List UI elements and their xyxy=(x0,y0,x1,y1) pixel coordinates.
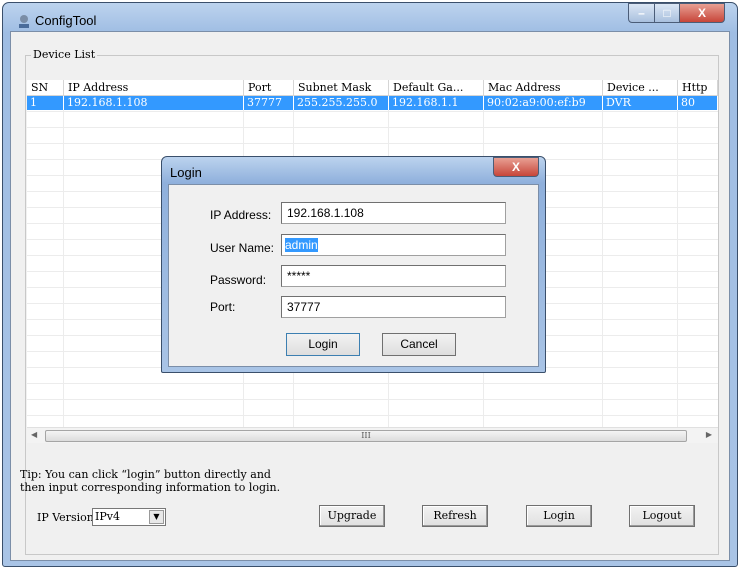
column-header-sn[interactable]: SN xyxy=(27,80,64,96)
cell-subnet: 255.255.255.0 xyxy=(294,96,389,110)
dialog-close-button[interactable]: X xyxy=(493,157,539,177)
cell-gateway: 192.168.1.1 xyxy=(389,96,484,110)
device-list-label: Device List xyxy=(31,48,98,61)
tip-line-1: Tip: You can click “login” button direct… xyxy=(20,468,271,481)
column-header-port[interactable]: Port xyxy=(244,80,294,96)
scroll-right-icon[interactable]: ▶ xyxy=(706,430,712,439)
scrollbar-thumb[interactable]: III xyxy=(45,430,687,442)
cell-ip: 192.168.1.108 xyxy=(64,96,244,110)
column-header-http[interactable]: Http xyxy=(678,80,718,96)
cell-mac: 90:02:a9:00:ef:b9 xyxy=(484,96,603,110)
password-label: Password: xyxy=(210,273,267,287)
column-header-ip[interactable]: IP Address xyxy=(64,80,244,96)
chevron-down-icon[interactable]: ▼ xyxy=(149,510,164,524)
password-input[interactable]: ***** xyxy=(281,265,506,287)
column-header-gateway[interactable]: Default Ga... xyxy=(389,80,484,96)
ip-address-label: IP Address: xyxy=(210,208,272,222)
user-name-input[interactable]: admin xyxy=(281,234,506,256)
table-row[interactable]: 1 192.168.1.108 37777 255.255.255.0 192.… xyxy=(27,96,718,110)
ip-address-input[interactable]: 192.168.1.108 xyxy=(281,202,506,224)
cell-sn: 1 xyxy=(27,96,64,110)
port-input[interactable]: 37777 xyxy=(281,296,506,318)
refresh-button[interactable]: Refresh xyxy=(422,505,488,527)
column-header-mac[interactable]: Mac Address xyxy=(484,80,603,96)
app-icon xyxy=(19,15,29,28)
ip-version-select[interactable]: IPv4 ▼ xyxy=(92,508,166,526)
window-title: ConfigTool xyxy=(35,13,97,28)
dialog-login-button[interactable]: Login xyxy=(286,333,360,356)
logout-button[interactable]: Logout xyxy=(629,505,695,527)
tip-text: Tip: You can click “login” button direct… xyxy=(20,468,280,494)
ip-version-label: IP Version: xyxy=(37,511,98,524)
tip-line-2: then input corresponding information to … xyxy=(20,481,281,494)
port-label: Port: xyxy=(210,300,236,314)
cell-device: DVR xyxy=(603,96,678,110)
column-header-subnet[interactable]: Subnet Mask xyxy=(294,80,389,96)
upgrade-button[interactable]: Upgrade xyxy=(319,505,385,527)
cell-port: 37777 xyxy=(244,96,294,110)
close-button[interactable]: X xyxy=(679,3,725,23)
user-name-label: User Name: xyxy=(210,241,275,255)
user-name-value: admin xyxy=(285,238,318,252)
horizontal-scrollbar[interactable]: ◀ III ▶ xyxy=(27,427,718,443)
ip-version-value: IPv4 xyxy=(95,510,120,523)
scroll-left-icon[interactable]: ◀ xyxy=(31,430,37,439)
maximize-button[interactable]: □ xyxy=(654,3,680,23)
dialog-cancel-button[interactable]: Cancel xyxy=(382,333,456,356)
column-header-device[interactable]: Device ... xyxy=(603,80,678,96)
login-dialog-body: IP Address: 192.168.1.108 User Name: adm… xyxy=(168,184,539,367)
login-button[interactable]: Login xyxy=(526,505,592,527)
minimize-button[interactable]: – xyxy=(628,3,655,23)
login-dialog: Login X IP Address: 192.168.1.108 User N… xyxy=(161,156,546,373)
cell-http: 80 xyxy=(678,96,718,110)
login-dialog-title: Login xyxy=(170,165,202,180)
